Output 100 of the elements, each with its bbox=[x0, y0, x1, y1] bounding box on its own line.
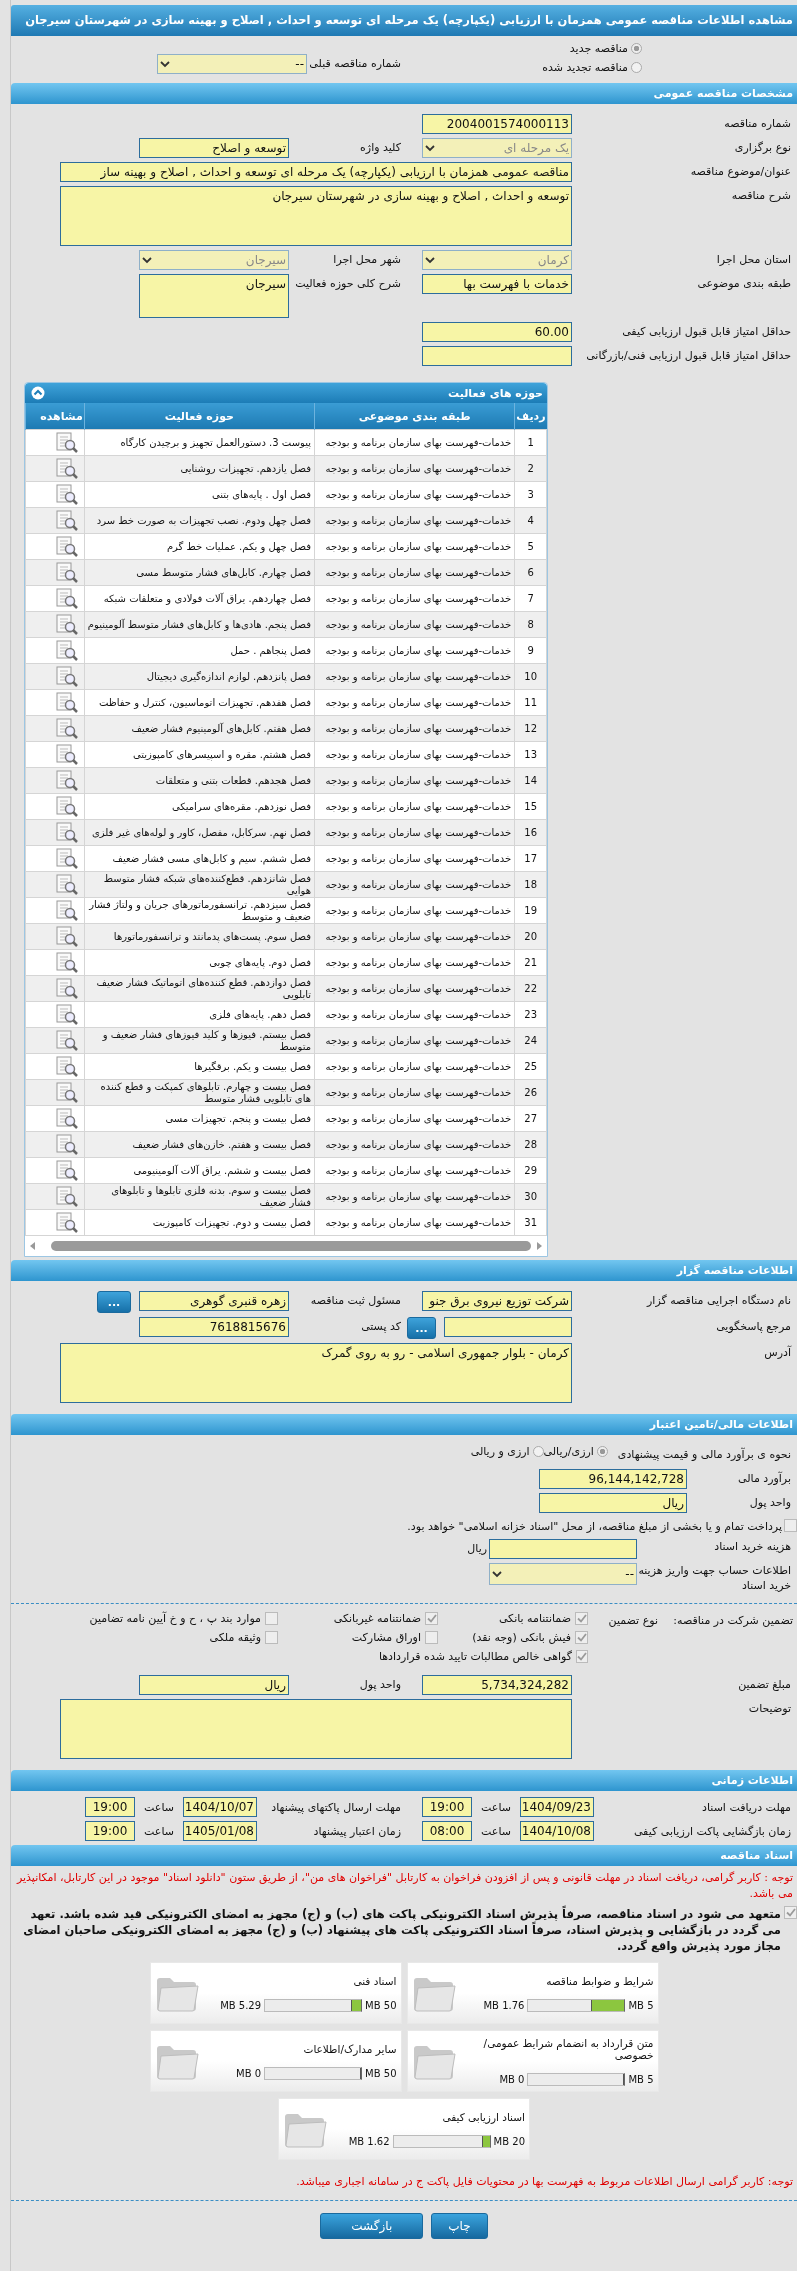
table-cell: خدمات-فهرست بهای سازمان برنامه و بودجه bbox=[314, 1105, 515, 1132]
date-field[interactable]: 1404/10/07 bbox=[183, 1797, 257, 1817]
document-search-icon[interactable] bbox=[54, 899, 79, 922]
dropdown[interactable]: -- bbox=[157, 54, 307, 74]
table-cell: فصل بیست و دوم. تجهیزات کامپوزیت bbox=[84, 1209, 315, 1236]
document-search-icon[interactable] bbox=[54, 691, 79, 714]
text-field[interactable] bbox=[489, 1539, 637, 1559]
document-search-icon[interactable] bbox=[54, 587, 79, 610]
document-search-icon[interactable] bbox=[54, 925, 79, 948]
document-search-icon[interactable] bbox=[54, 1081, 79, 1104]
field-label: ساعت bbox=[480, 1824, 512, 1838]
table-cell: 23 bbox=[514, 1001, 547, 1028]
text-field[interactable]: 96,144,142,728 bbox=[539, 1469, 687, 1489]
checkbox[interactable] bbox=[425, 1612, 438, 1625]
text-field[interactable]: زهره قنبری گوهری bbox=[139, 1291, 289, 1311]
text-field[interactable]: خدمات با فهرست بها bbox=[422, 274, 572, 294]
text-field[interactable] bbox=[444, 1317, 572, 1337]
text-field[interactable]: 2004001574000113 bbox=[422, 114, 572, 134]
text-area[interactable]: توسعه و احداث , اصلاح و بهینه سازی در شهرستان سیرجان bbox=[60, 186, 572, 246]
document-search-icon[interactable] bbox=[54, 1133, 79, 1156]
checkbox-label: ضمانتنامه غیربانکی bbox=[333, 1612, 421, 1625]
document-search-icon[interactable] bbox=[54, 847, 79, 870]
date-field[interactable]: 1405/01/08 bbox=[183, 1821, 257, 1841]
document-search-icon[interactable] bbox=[54, 457, 79, 480]
document-search-icon[interactable] bbox=[54, 1029, 79, 1052]
field-label: اطلاعات حساب جهت واریز هزینه خرید اسناد bbox=[637, 1563, 792, 1593]
checkbox[interactable] bbox=[575, 1631, 588, 1644]
text-field[interactable] bbox=[422, 346, 572, 366]
text-field[interactable]: شرکت توزیع نیروی برق جنو bbox=[422, 1291, 572, 1311]
radio-button[interactable] bbox=[631, 43, 642, 54]
dropdown[interactable]: -- bbox=[489, 1563, 637, 1585]
document-search-icon[interactable] bbox=[54, 795, 79, 818]
document-search-icon[interactable] bbox=[54, 1003, 79, 1026]
document-search-icon[interactable] bbox=[54, 769, 79, 792]
field-label: هزینه خرید اسناد bbox=[713, 1539, 792, 1554]
table-title: حوزه های فعالیت bbox=[448, 386, 543, 400]
document-search-icon[interactable] bbox=[54, 509, 79, 532]
table-cell: فصل پنجاهم . حمل bbox=[84, 637, 315, 664]
table-cell: 5 bbox=[514, 533, 547, 560]
document-search-icon[interactable] bbox=[54, 665, 79, 688]
action-button[interactable]: بازگشت bbox=[320, 2213, 424, 2239]
table-cell: 9 bbox=[514, 637, 547, 664]
action-button[interactable]: چاپ bbox=[431, 2213, 488, 2239]
table-cell: فصل چهل و یکم. عملیات خط گرم bbox=[84, 533, 315, 560]
table-cell: خدمات-فهرست بهای سازمان برنامه و بودجه bbox=[314, 507, 515, 534]
file-title: اسناد فنی bbox=[352, 1974, 397, 1987]
document-search-icon[interactable] bbox=[54, 535, 79, 558]
document-search-icon[interactable] bbox=[54, 743, 79, 766]
document-search-icon[interactable] bbox=[54, 431, 79, 454]
table-cell: 24 bbox=[514, 1027, 547, 1054]
table-cell: فصل بیست و سوم. بدنه فلزی تابلوها و تابلوهای فشار ضعیف bbox=[84, 1183, 315, 1210]
document-search-icon[interactable] bbox=[54, 951, 79, 974]
text-field[interactable]: مناقصه عمومی همزمان با ارزیابی (یکپارچه) یک مرحله ای توسعه و احداث , اصلاح و بهینه ساز bbox=[60, 162, 572, 182]
document-search-icon[interactable] bbox=[54, 717, 79, 740]
text-field[interactable]: ریال bbox=[539, 1493, 687, 1513]
text-field[interactable]: 7618815676 bbox=[139, 1317, 289, 1337]
document-search-icon[interactable] bbox=[54, 1185, 79, 1208]
checkbox[interactable] bbox=[265, 1631, 278, 1644]
document-search-icon[interactable] bbox=[54, 1159, 79, 1182]
text-field[interactable]: 5,734,324,282 bbox=[422, 1675, 572, 1695]
text-area[interactable] bbox=[60, 1699, 572, 1759]
document-search-icon[interactable] bbox=[54, 977, 79, 1000]
radio-button[interactable] bbox=[631, 62, 642, 73]
document-search-icon[interactable] bbox=[54, 483, 79, 506]
checkbox[interactable] bbox=[575, 1612, 588, 1625]
field-label: مرجع پاسخگویی bbox=[715, 1319, 792, 1335]
document-search-icon[interactable] bbox=[54, 639, 79, 662]
table-cell: فصل هجدهم. قطعات بتنی و متعلقات bbox=[84, 767, 315, 794]
date-field[interactable]: 1404/09/23 bbox=[520, 1797, 594, 1817]
time-field[interactable]: 19:00 bbox=[422, 1797, 472, 1817]
text-field[interactable]: توسعه و اصلاح bbox=[139, 138, 289, 158]
radio-button[interactable] bbox=[532, 1446, 544, 1457]
field-label: مبلغ تضمین bbox=[737, 1677, 792, 1693]
document-search-icon[interactable] bbox=[54, 613, 79, 636]
more-button[interactable]: ... bbox=[97, 1291, 131, 1313]
time-field[interactable]: 19:00 bbox=[85, 1821, 135, 1841]
document-search-icon[interactable] bbox=[54, 1211, 79, 1234]
text-field[interactable]: 60.00 bbox=[422, 322, 572, 342]
checkbox[interactable] bbox=[784, 1906, 797, 1919]
checkbox[interactable] bbox=[265, 1612, 278, 1625]
document-search-icon[interactable] bbox=[54, 821, 79, 844]
document-search-icon[interactable] bbox=[54, 873, 79, 896]
document-search-icon[interactable] bbox=[54, 561, 79, 584]
more-button[interactable]: ... bbox=[407, 1317, 437, 1339]
caret-icon bbox=[160, 60, 170, 68]
text-field[interactable]: ریال bbox=[139, 1675, 289, 1695]
checkbox[interactable] bbox=[425, 1631, 438, 1644]
column-header: ردیف bbox=[514, 403, 547, 430]
text-area[interactable]: سیرجان bbox=[139, 274, 289, 318]
document-search-icon[interactable] bbox=[54, 1055, 79, 1078]
time-field[interactable]: 08:00 bbox=[422, 1821, 472, 1841]
size-label: 1.62 MB bbox=[348, 2135, 390, 2147]
checkbox[interactable] bbox=[576, 1650, 588, 1663]
table-cell: خدمات-فهرست بهای سازمان برنامه و بودجه bbox=[314, 845, 515, 872]
date-field[interactable]: 1404/10/08 bbox=[520, 1821, 594, 1841]
text-area[interactable]: کرمان - بلوار جمهوری اسلامی - رو به روی گمرک bbox=[60, 1343, 572, 1403]
time-field[interactable]: 19:00 bbox=[85, 1797, 135, 1817]
checkbox[interactable] bbox=[784, 1519, 797, 1532]
document-search-icon[interactable] bbox=[54, 1107, 79, 1130]
radio-button[interactable] bbox=[596, 1446, 608, 1457]
